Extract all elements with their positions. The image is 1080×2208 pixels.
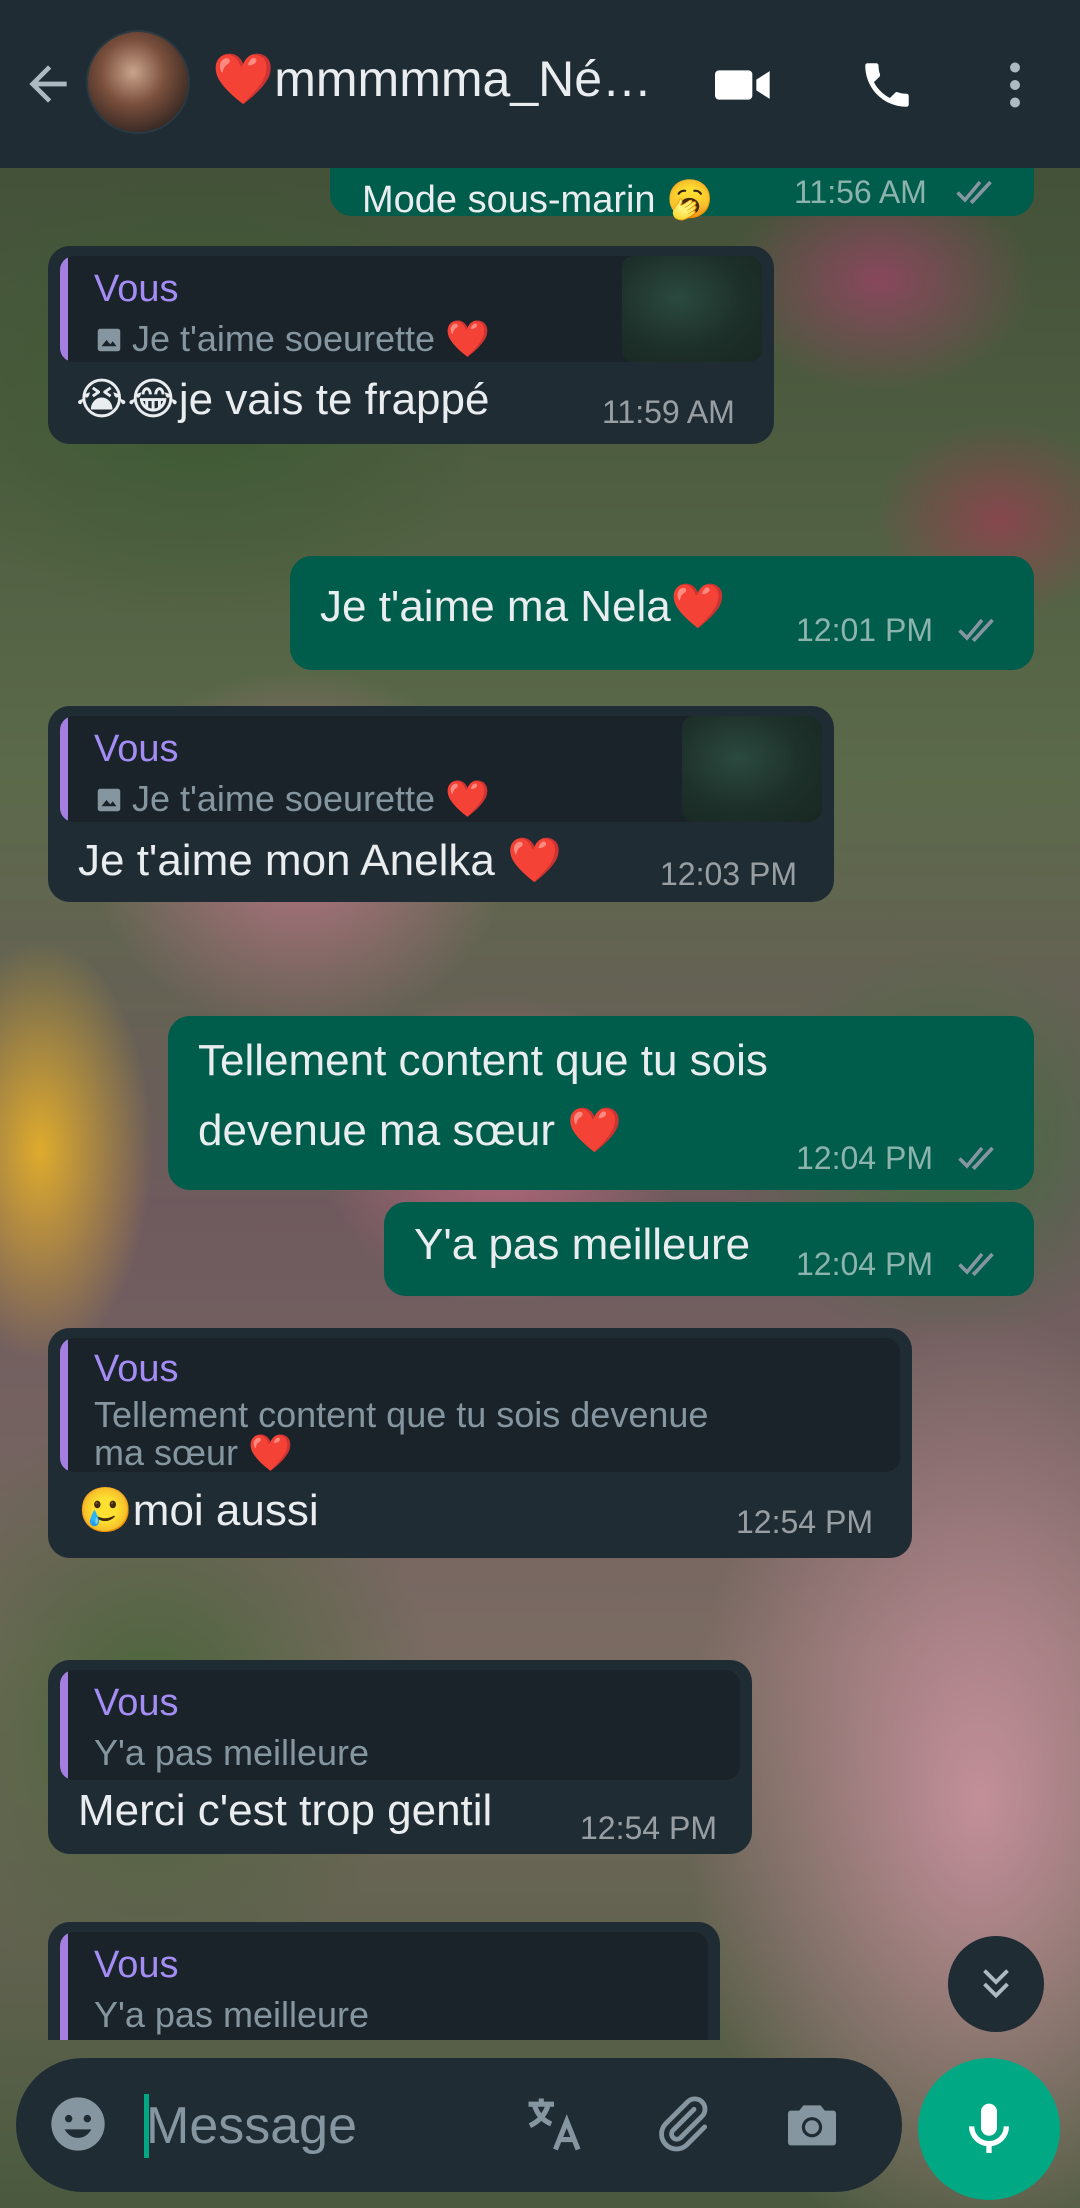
message-input[interactable] [146, 2086, 506, 2166]
back-button[interactable] [18, 52, 78, 116]
quoted-message[interactable]: Vous Je t'aime soeurette ❤️ [60, 256, 762, 362]
message-bubble-incoming[interactable]: Vous Y'a pas meilleure [48, 1922, 720, 2040]
translate-button[interactable] [518, 2088, 590, 2160]
read-ticks-icon [958, 1252, 994, 1277]
camera-icon [788, 2105, 836, 2146]
message-text: Je t'aime ma Nela❤️ [320, 582, 726, 631]
emoji-icon [51, 2097, 105, 2151]
attach-icon [659, 2096, 708, 2152]
attach-button[interactable] [646, 2088, 718, 2160]
message-time: 12:04 PM [796, 1140, 933, 1176]
message-text: Mode sous-marin 🥱 [362, 179, 714, 221]
quoted-message[interactable]: Vous Je t'aime soeurette ❤️ [60, 716, 822, 822]
double-chevron-down-icon [983, 1969, 1009, 1999]
video-camera-icon [715, 70, 770, 100]
read-ticks-icon [958, 618, 994, 643]
camera-button[interactable] [776, 2088, 848, 2160]
quote-text-content: Je t'aime soeurette ❤️ [132, 778, 490, 819]
quote-author: Vous [94, 728, 179, 770]
message-bubble-outgoing[interactable]: Je t'aime ma Nela❤️ 12:01 PM [290, 556, 1034, 670]
quote-author: Vous [94, 268, 179, 310]
message-time: 12:01 PM [796, 612, 933, 648]
quoted-message[interactable]: Vous Y'a pas meilleure [60, 1932, 708, 2040]
quote-author: Vous [94, 1348, 179, 1390]
phone-icon [865, 63, 909, 107]
quote-text: Y'a pas meilleure [94, 1732, 370, 1773]
more-options-button[interactable] [980, 50, 1050, 120]
quote-photo-thumbnail [682, 716, 822, 822]
quoted-message[interactable]: Vous Tellement content que tu sois deven… [60, 1338, 900, 1472]
message-bubble-incoming[interactable]: Vous Tellement content que tu sois deven… [48, 1328, 912, 1558]
message-text: 🥲moi aussi [78, 1486, 319, 1535]
contact-name[interactable]: ❤️mmmmma_Né… [212, 50, 682, 109]
message-text-line: devenue ma sœur ❤️ [198, 1106, 623, 1155]
message-bubble-incoming[interactable]: Vous Y'a pas meilleure Merci c'est trop … [48, 1660, 752, 1854]
translate-icon [528, 2098, 581, 2151]
message-text: Je t'aime mon Anelka ❤️ [78, 836, 562, 885]
more-vert-icon [1010, 62, 1020, 108]
quoted-message[interactable]: Vous Y'a pas meilleure [60, 1670, 740, 1780]
quote-text: Je t'aime soeurette ❤️ [94, 778, 490, 820]
message-bubble-outgoing[interactable]: Y'a pas meilleure 12:04 PM [384, 1202, 1034, 1296]
emoji-button[interactable] [42, 2088, 114, 2160]
quote-text-line: ma sœur ❤️ [94, 1432, 293, 1472]
back-arrow-icon [29, 65, 67, 103]
message-time: 11:56 AM [794, 174, 927, 210]
quote-text: Y'a pas meilleure [94, 1994, 370, 2035]
quote-author: Vous [94, 1682, 179, 1724]
message-time: 12:03 PM [660, 856, 797, 892]
message-time: 11:59 AM [602, 394, 735, 430]
video-call-button[interactable] [708, 50, 778, 120]
message-time: 12:54 PM [736, 1504, 873, 1540]
message-bubble-incoming[interactable]: Vous Je t'aime soeurette ❤️ 😭😂je vais te… [48, 246, 774, 444]
photo-icon [97, 788, 121, 812]
mic-icon [969, 2103, 1009, 2153]
voice-call-button[interactable] [852, 50, 922, 120]
message-bubble-incoming[interactable]: Vous Je t'aime soeurette ❤️ Je t'aime mo… [48, 706, 834, 902]
message-time: 12:04 PM [796, 1246, 933, 1282]
message-text: Merci c'est trop gentil [78, 1786, 493, 1835]
message-text: Y'a pas meilleure [414, 1220, 751, 1269]
message-bubble-outgoing[interactable]: Tellement content que tu sois devenue ma… [168, 1016, 1034, 1190]
read-ticks-icon [956, 180, 992, 205]
scroll-to-bottom-button[interactable] [948, 1936, 1044, 2032]
message-time: 12:54 PM [580, 1810, 717, 1846]
message-bubble-outgoing[interactable]: Mode sous-marin 🥱 11:56 AM [330, 168, 1034, 221]
message-list[interactable]: Mode sous-marin 🥱 11:56 AM Vous Je t'aim… [0, 168, 1080, 2040]
quote-text-line: Tellement content que tu sois devenue [94, 1394, 709, 1435]
message-text-line: Tellement content que tu sois [198, 1036, 768, 1085]
voice-message-button[interactable] [918, 2058, 1060, 2200]
message-text: 😭😂je vais te frappé [76, 375, 490, 424]
contact-avatar[interactable] [86, 30, 190, 134]
quote-text: Je t'aime soeurette ❤️ [94, 318, 490, 360]
photo-icon [97, 328, 121, 352]
chat-header: ❤️mmmmma_Né… [0, 0, 1080, 168]
quote-text-content: Je t'aime soeurette ❤️ [132, 318, 490, 359]
quote-author: Vous [94, 1944, 179, 1986]
quote-photo-thumbnail [622, 256, 762, 362]
message-composer [16, 2058, 902, 2192]
read-ticks-icon [958, 1146, 994, 1171]
